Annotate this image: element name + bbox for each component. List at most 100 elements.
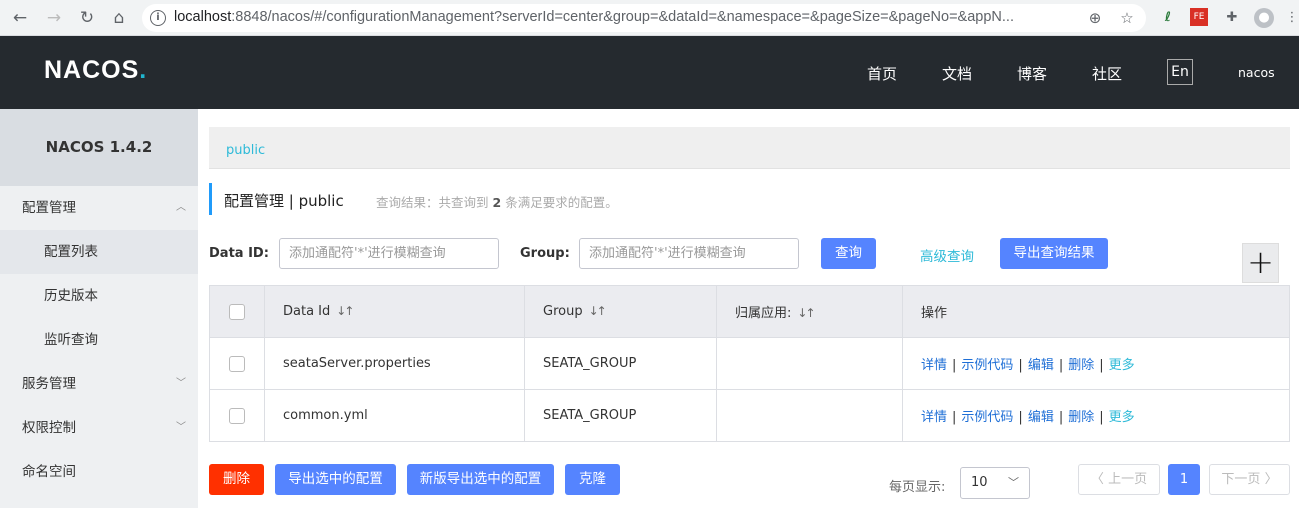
group-input[interactable]: 添加通配符'*'进行模糊查询 [579,238,799,269]
dataid-input[interactable]: 添加通配符'*'进行模糊查询 [279,238,499,269]
reload-icon[interactable]: ↻ [75,6,99,30]
sort-icon[interactable]: ↓↑ [797,306,815,320]
col-data-id[interactable]: Data Id ↓↑ [264,285,525,338]
edit-link[interactable]: 编辑 [1028,358,1054,373]
sidebar-item-label: 命名空间 [22,464,76,480]
table-row: common.yml SEATA_GROUP 详情 | 示例代码 | 编辑 | 删除 | 更多 [209,389,1290,442]
nav-docs[interactable]: 文档 [942,63,972,84]
profile-avatar-icon[interactable]: ● [1254,8,1274,28]
cell-group: SEATA_GROUP [524,337,717,390]
page-size-label: 每页显示: [889,480,946,495]
extension-icon[interactable]: ℓ [1158,8,1178,28]
url-text: localhost:8848/nacos/#/configurationMana… [174,9,1014,25]
user-name[interactable]: nacos [1238,65,1275,80]
sidebar-item-auth-control[interactable]: 权限控制 ﹀ [0,406,198,450]
sidebar-item-label: 配置管理 [22,200,76,216]
cell-actions: 详情 | 示例代码 | 编辑 | 删除 | 更多 [902,337,1290,390]
group-label: Group: [520,246,570,261]
star-icon[interactable]: ☆ [1118,9,1136,27]
sidebar: NACOS 1.4.2 配置管理 ︿ 配置列表 历史版本 监听查询 服务管理 ﹀… [0,109,198,508]
nav-community[interactable]: 社区 [1092,63,1122,84]
address-bar[interactable]: i localhost:8848/nacos/#/configurationMa… [142,4,1146,32]
page-size-value: 10 [971,475,988,490]
chevron-right-icon: 〉 [1260,472,1278,487]
sidebar-item-listener-query[interactable]: 监听查询 [0,318,198,362]
row-select-cell [209,337,265,390]
advanced-query-link[interactable]: 高级查询 [920,245,974,265]
language-toggle[interactable]: En [1167,59,1193,85]
chevron-down-icon: ﹀ [176,378,186,389]
namespace-tab-public[interactable]: public [226,143,265,158]
sidebar-item-label: 历史版本 [44,288,98,304]
more-link[interactable]: 更多 [1109,358,1135,373]
sort-icon[interactable]: ↓↑ [589,304,607,318]
page-number-current[interactable]: 1 [1168,464,1200,495]
add-config-button[interactable]: + [1242,243,1279,283]
export-result-button[interactable]: 导出查询结果 [1000,238,1108,269]
chevron-left-icon: 〈 [1090,472,1109,487]
puzzle-icon[interactable]: ✚ [1222,8,1242,28]
cell-actions: 详情 | 示例代码 | 编辑 | 删除 | 更多 [902,389,1290,442]
chevron-down-icon: ﹀ [176,422,186,433]
sidebar-item-config-management[interactable]: 配置管理 ︿ [0,186,198,230]
info-icon[interactable]: i [150,10,166,26]
sidebar-item-history[interactable]: 历史版本 [0,274,198,318]
sidebar-item-service-management[interactable]: 服务管理 ﹀ [0,362,198,406]
forward-icon[interactable]: → [42,6,66,30]
fe-extension-icon[interactable]: FE [1190,8,1208,26]
sort-icon[interactable]: ↓↑ [336,304,354,318]
home-icon[interactable]: ⌂ [107,6,131,30]
col-app[interactable]: 归属应用: ↓↑ [716,285,903,338]
sidebar-item-label: 服务管理 [22,376,76,392]
sidebar-item-label: 配置列表 [44,244,98,260]
page-header: 配置管理 | public 查询结果：共查询到 2 条满足要求的配置。 [209,183,618,215]
delete-link[interactable]: 删除 [1068,410,1094,425]
clone-button[interactable]: 克隆 [565,464,620,495]
page-title: 配置管理 | public [224,192,344,210]
back-icon[interactable]: ← [8,6,32,30]
more-link[interactable]: 更多 [1109,410,1135,425]
table-row: seataServer.properties SEATA_GROUP 详情 | 示例… [209,337,1290,390]
col-group[interactable]: Group ↓↑ [524,285,717,338]
page-size-select[interactable]: 10 ﹀ [960,467,1030,499]
export-selected-button[interactable]: 导出选中的配置 [275,464,396,495]
batch-delete-button[interactable]: 删除 [209,464,264,495]
sample-code-link[interactable]: 示例代码 [961,410,1013,425]
plus-icon: + [1247,243,1274,281]
sample-code-link[interactable]: 示例代码 [961,358,1013,373]
namespace-bar: public [209,127,1290,169]
nav-home[interactable]: 首页 [867,63,897,84]
delete-link[interactable]: 删除 [1068,358,1094,373]
nacos-logo[interactable]: NACOS. [44,56,147,85]
sidebar-item-config-list[interactable]: 配置列表 [0,230,198,274]
table-header-row: Data Id ↓↑ Group ↓↑ 归属应用: ↓↑ 操作 [209,285,1290,338]
row-checkbox[interactable] [229,355,245,372]
detail-link[interactable]: 详情 [921,410,947,425]
menu-kebab-icon[interactable]: ⋮ [1282,8,1299,28]
select-all-checkbox[interactable] [229,303,245,320]
sidebar-title: NACOS 1.4.2 [0,109,198,186]
zoom-icon[interactable]: ⊕ [1086,9,1104,27]
col-actions: 操作 [902,285,1290,338]
row-checkbox[interactable] [229,407,245,424]
chevron-down-icon: ﹀ [1008,476,1019,489]
dataid-label: Data ID: [209,246,269,261]
browser-toolbar: ← → ↻ ⌂ i localhost:8848/nacos/#/configu… [0,0,1299,36]
cell-app [716,389,903,442]
cell-data-id: common.yml [264,389,525,442]
edit-link[interactable]: 编辑 [1028,410,1054,425]
cell-data-id: seataServer.properties [264,337,525,390]
app-header: NACOS. 首页 文档 博客 社区 En nacos [0,36,1299,109]
query-button[interactable]: 查询 [821,238,876,269]
select-all-cell [209,285,265,338]
sidebar-item-label: 权限控制 [22,420,76,436]
next-page-button[interactable]: 下一页 〉 [1209,464,1290,495]
sidebar-item-label: 监听查询 [44,332,98,348]
detail-link[interactable]: 详情 [921,358,947,373]
nav-blog[interactable]: 博客 [1017,63,1047,84]
sidebar-item-namespace[interactable]: 命名空间 [0,450,198,494]
export-selected-new-button[interactable]: 新版导出选中的配置 [407,464,554,495]
row-select-cell [209,389,265,442]
prev-page-button[interactable]: 〈 上一页 [1078,464,1160,495]
cell-app [716,337,903,390]
